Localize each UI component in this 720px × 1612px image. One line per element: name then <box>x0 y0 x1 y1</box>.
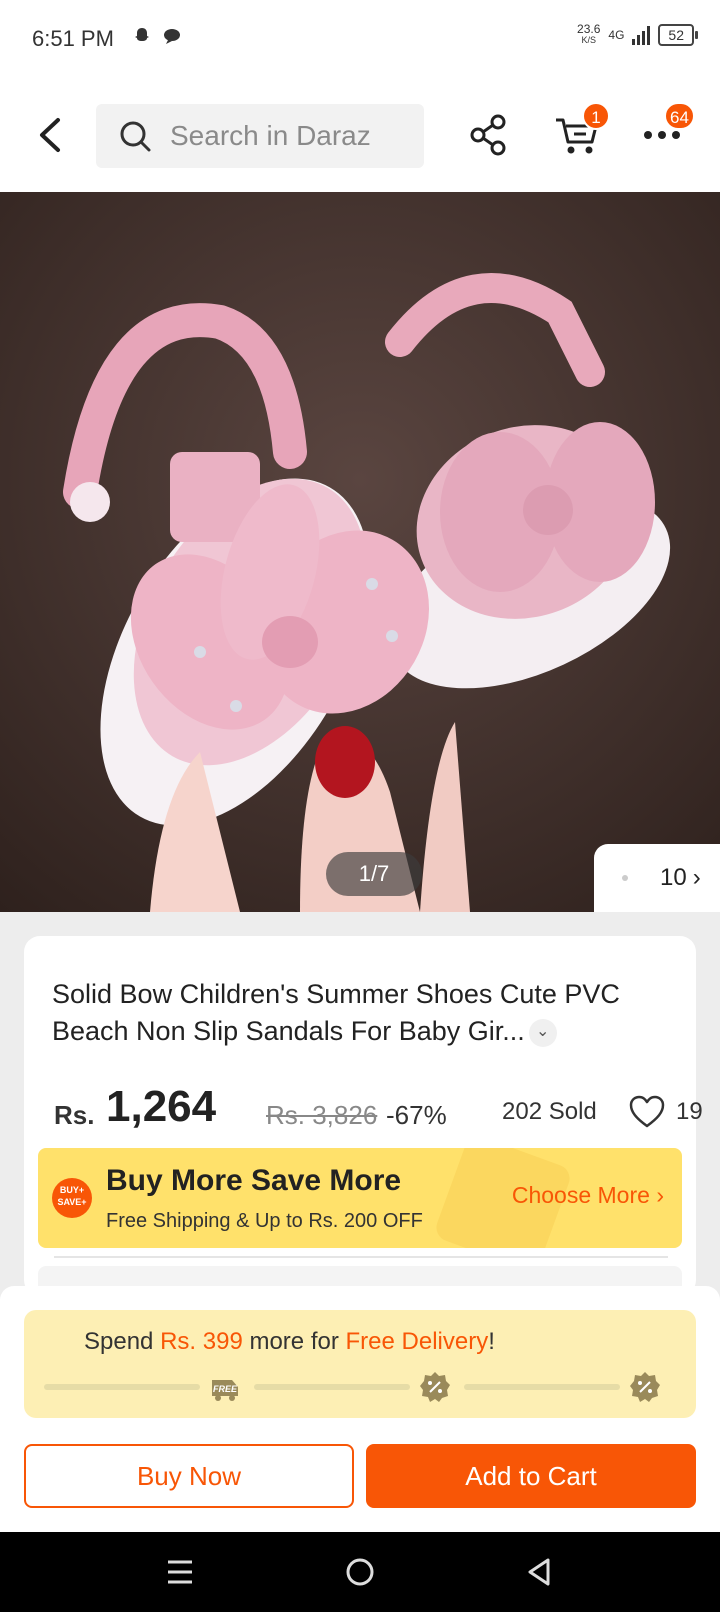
product-photo <box>0 192 720 912</box>
buy-save-badge-icon: BUY+ SAVE+ <box>52 1178 92 1218</box>
network-speed: 23.6 K/S <box>577 22 601 45</box>
progress-track-1 <box>44 1384 200 1390</box>
buy-more-save-more-banner[interactable]: BUY+ SAVE+ Buy More Save More Free Shipp… <box>38 1148 682 1248</box>
messages-count-badge: 64 <box>664 102 695 130</box>
discount-percent: -67% <box>386 1100 447 1130</box>
app-header: Search in Daraz 1 64 <box>0 80 720 192</box>
share-icon <box>470 114 506 156</box>
thumbnail-strip-button[interactable]: 10 › <box>594 844 720 912</box>
chevron-right-icon: › <box>656 1182 664 1208</box>
add-to-cart-button[interactable]: Add to Cart <box>366 1444 696 1508</box>
wishlist-count: 19 <box>676 1098 703 1125</box>
network-type: 4G <box>608 27 625 42</box>
cart-count-badge: 1 <box>582 102 610 130</box>
product-image[interactable] <box>0 192 720 912</box>
free-delivery-progress: Spend Rs. 399 more for Free Delivery! FR… <box>24 1310 696 1418</box>
progress-track-2 <box>254 1384 410 1390</box>
snapchat-icon <box>132 26 152 46</box>
image-counter: 1/7 <box>326 852 422 896</box>
divider <box>54 1256 668 1258</box>
chevron-right-icon: › <box>692 864 701 891</box>
original-price: Rs. 3,826 <box>266 1100 378 1130</box>
home-icon[interactable] <box>340 1552 380 1592</box>
search-bar[interactable]: Search in Daraz <box>96 104 424 168</box>
cart-button[interactable]: 1 <box>552 102 610 160</box>
choose-more-link[interactable]: Choose More › <box>512 1182 664 1209</box>
battery-level: 52 <box>668 27 684 43</box>
free-shipping-milestone-icon: FREE <box>212 1380 238 1401</box>
status-right: 23.6 K/S 4G 52 <box>577 22 698 46</box>
status-bar: 6:51 PM 23.6 K/S 4G 52 <box>0 0 720 80</box>
thumb-dot-icon <box>622 875 628 881</box>
discount-milestone-icon <box>630 1372 660 1402</box>
notification-icons <box>132 26 182 46</box>
chevron-down-icon[interactable]: ⌄ <box>528 1018 557 1047</box>
system-nav-bar <box>0 1532 720 1612</box>
thumbnail-count: 10 <box>660 864 687 891</box>
back-button[interactable] <box>30 110 70 160</box>
promo-heading: Buy More Save More <box>106 1164 402 1197</box>
product-title[interactable]: Solid Bow Children's Summer Shoes Cute P… <box>52 976 672 1050</box>
status-time: 6:51 PM <box>32 26 114 51</box>
back-icon <box>40 118 60 152</box>
share-button[interactable] <box>464 110 514 160</box>
signal-icon <box>632 25 651 45</box>
search-icon <box>120 121 151 152</box>
sold-count: 202 Sold <box>502 1098 597 1125</box>
battery-icon: 52 <box>658 24 698 46</box>
free-delivery-message: Spend Rs. 399 more for Free Delivery! <box>84 1328 495 1355</box>
chat-icon <box>162 26 182 46</box>
progress-track-3 <box>464 1384 620 1390</box>
menu-icon[interactable] <box>160 1552 200 1592</box>
promo-subtext: Free Shipping & Up to Rs. 200 OFF <box>106 1210 423 1232</box>
more-button[interactable]: 64 <box>638 102 695 160</box>
current-price: 1,264 <box>106 1082 217 1131</box>
wishlist-heart-icon[interactable] <box>628 1094 666 1130</box>
back-nav-icon[interactable] <box>520 1552 560 1592</box>
bottom-action-bar: Spend Rs. 399 more for Free Delivery! FR… <box>0 1286 720 1536</box>
free-milestone-label: FREE <box>213 1384 238 1394</box>
buy-now-button[interactable]: Buy Now <box>24 1444 354 1508</box>
price-row: Rs. 1,264 Rs. 3,826 -67% 202 Sold 19 <box>54 1076 703 1136</box>
search-input[interactable]: Search in Daraz <box>170 120 371 152</box>
currency: Rs. <box>54 1100 95 1130</box>
discount-milestone-icon <box>420 1372 450 1402</box>
product-info-card: Solid Bow Children's Summer Shoes Cute P… <box>24 936 703 1296</box>
